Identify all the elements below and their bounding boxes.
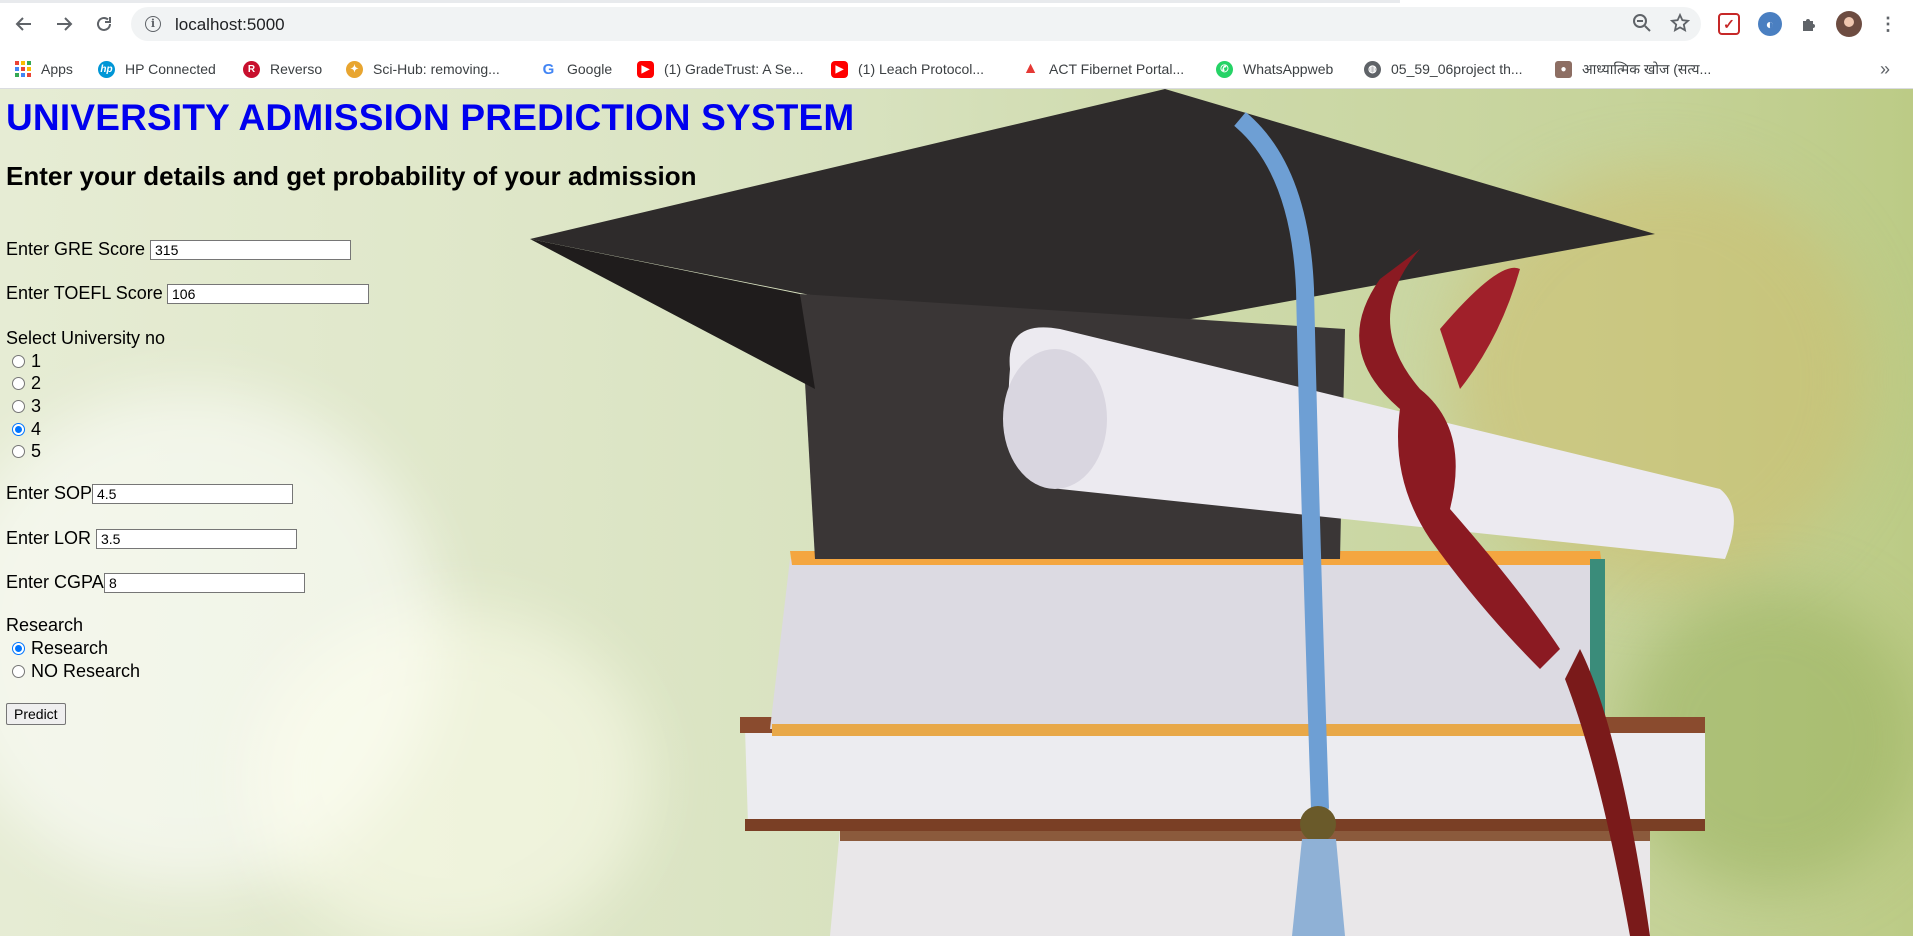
person-thumb-icon: ● — [1555, 60, 1572, 78]
bookmark-hp-connected[interactable]: hp HP Connected — [98, 58, 216, 80]
bookmark-label: Sci-Hub: removing... — [373, 61, 500, 77]
radio-button[interactable] — [12, 665, 25, 678]
apps-grid-icon — [15, 61, 31, 77]
bookmark-spiritual-search[interactable]: ● आध्यात्मिक खोज (सत्य... — [1555, 58, 1711, 80]
bookmark-label: आध्यात्मिक खोज (सत्य... — [1582, 60, 1712, 77]
bookmark-label: 05_59_06project th... — [1391, 61, 1523, 77]
url-text[interactable]: localhost:5000 — [175, 15, 285, 35]
radio-button-selected[interactable] — [12, 423, 25, 436]
address-bar[interactable]: i localhost:5000 — [131, 7, 1701, 41]
cgpa-input[interactable] — [104, 573, 305, 593]
gre-label: Enter GRE Score — [6, 239, 146, 259]
sop-label: Enter SOP — [6, 483, 93, 503]
globe-icon: ◍ — [1364, 60, 1381, 78]
extension-icon[interactable]: ◐ — [1758, 12, 1782, 36]
bookmark-label: Apps — [41, 61, 73, 77]
bookmarks-bar: Apps hp HP Connected R Reverso ✦ Sci-Hub… — [0, 50, 1913, 89]
radio-label: Research — [31, 638, 109, 658]
radio-label: 3 — [31, 396, 42, 416]
reload-button[interactable] — [90, 10, 118, 38]
bookmarks-overflow-icon[interactable]: » — [1880, 58, 1890, 80]
browser-toolbar: i localhost:5000 ✓ ◐ ⋮ — [0, 0, 1913, 50]
radio-label: NO Research — [31, 661, 141, 681]
predict-button[interactable]: Predict — [6, 703, 66, 725]
whatsapp-icon: ✆ — [1216, 60, 1233, 78]
university-option-5[interactable]: 5 — [12, 441, 41, 462]
graduation-hero-image — [530, 89, 1734, 936]
scihub-icon: ✦ — [346, 60, 363, 78]
radio-label: 5 — [31, 441, 42, 461]
bookmark-apps[interactable]: Apps — [15, 58, 73, 80]
hp-icon: hp — [98, 60, 115, 78]
university-label: Select University no — [6, 328, 166, 348]
site-info-icon[interactable]: i — [145, 16, 161, 32]
back-button[interactable] — [10, 10, 38, 38]
bookmark-label: (1) Leach Protocol... — [858, 61, 985, 77]
bookmark-gradetrust[interactable]: ▶ (1) GradeTrust: A Se... — [637, 58, 804, 80]
university-option-3[interactable]: 3 — [12, 396, 41, 417]
lor-input[interactable] — [96, 529, 297, 549]
act-icon: ▲ — [1022, 60, 1039, 77]
bookmark-label: ACT Fibernet Portal... — [1049, 61, 1185, 77]
toefl-label: Enter TOEFL Score — [6, 283, 163, 303]
bookmark-label: Google — [567, 61, 613, 77]
gre-score-input[interactable] — [150, 240, 351, 260]
bookmark-label: Reverso — [270, 61, 323, 77]
menu-kebab-icon[interactable]: ⋮ — [1876, 12, 1900, 36]
research-option-no[interactable]: NO Research — [12, 661, 140, 682]
bookmark-reverso[interactable]: R Reverso — [243, 58, 322, 80]
pocket-extension-icon[interactable]: ✓ — [1718, 13, 1740, 35]
radio-button[interactable] — [12, 377, 25, 390]
profile-avatar[interactable] — [1836, 11, 1862, 37]
research-label: Research — [6, 615, 84, 635]
radio-button-selected[interactable] — [12, 642, 25, 655]
radio-label: 4 — [31, 419, 42, 439]
radio-label: 2 — [31, 373, 42, 393]
cgpa-label: Enter CGPA — [6, 572, 104, 592]
arrow-left-icon — [15, 17, 31, 31]
radio-button[interactable] — [12, 355, 25, 368]
bookmark-label: WhatsAppweb — [1243, 61, 1334, 77]
arrow-right-icon — [57, 17, 73, 31]
research-option-yes[interactable]: Research — [12, 638, 108, 659]
bookmark-google[interactable]: G Google — [540, 58, 613, 80]
forward-button[interactable] — [50, 10, 78, 38]
loading-bar — [0, 0, 1400, 3]
bookmark-act-fibernet[interactable]: ▲ ACT Fibernet Portal... — [1022, 58, 1185, 80]
radio-label: 1 — [31, 351, 42, 371]
reverso-icon: R — [243, 60, 260, 78]
bookmark-star-icon[interactable] — [1669, 12, 1691, 35]
bookmark-scihub[interactable]: ✦ Sci-Hub: removing... — [346, 58, 500, 80]
youtube-icon: ▶ — [831, 60, 848, 78]
bookmark-leach-protocol[interactable]: ▶ (1) Leach Protocol... — [831, 58, 984, 80]
google-icon: G — [542, 60, 555, 78]
page-body: UNIVERSITY ADMISSION PREDICTION SYSTEM E… — [0, 89, 1913, 936]
zoom-icon[interactable] — [1631, 13, 1653, 35]
radio-button[interactable] — [12, 400, 25, 413]
bookmark-whatsappweb[interactable]: ✆ WhatsAppweb — [1216, 58, 1333, 80]
radio-button[interactable] — [12, 445, 25, 458]
university-option-1[interactable]: 1 — [12, 351, 41, 372]
university-option-2[interactable]: 2 — [12, 373, 41, 394]
lor-label: Enter LOR — [6, 528, 92, 548]
toefl-score-input[interactable] — [167, 284, 369, 304]
bookmark-project[interactable]: ◍ 05_59_06project th... — [1364, 58, 1523, 80]
reload-icon — [97, 16, 111, 31]
page-title: UNIVERSITY ADMISSION PREDICTION SYSTEM — [6, 97, 855, 138]
bookmark-label: HP Connected — [125, 61, 216, 77]
university-option-4[interactable]: 4 — [12, 419, 41, 440]
page-subtitle: Enter your details and get probability o… — [6, 161, 697, 191]
bookmark-label: (1) GradeTrust: A Se... — [664, 61, 804, 77]
youtube-icon: ▶ — [637, 60, 654, 78]
puzzle-extensions-icon[interactable] — [1797, 12, 1821, 36]
sop-input[interactable] — [92, 484, 293, 504]
